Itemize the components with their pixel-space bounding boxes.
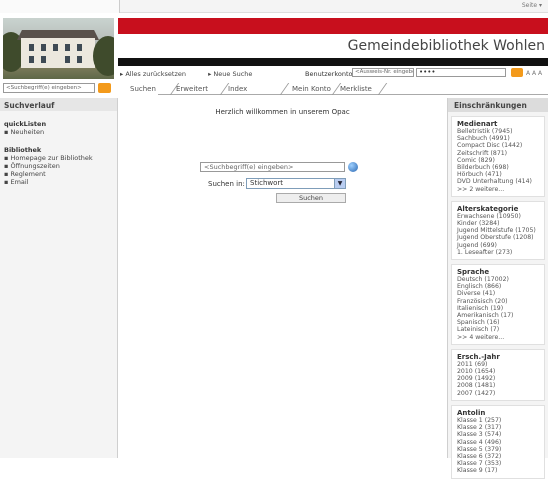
facet-item[interactable]: 2007 (1427) xyxy=(457,390,539,397)
facet-item[interactable]: Deutsch (17002) xyxy=(457,276,539,283)
welcome-text: Herzlich willkommen in unserem Opac xyxy=(215,108,350,116)
login-go-button[interactable] xyxy=(511,68,523,77)
library-building-photo xyxy=(3,18,114,79)
site-title: Gemeindebibliothek Wohlen xyxy=(347,38,545,54)
facet-item[interactable]: Englisch (866) xyxy=(457,283,539,290)
facet-item[interactable]: Spanisch (16) xyxy=(457,319,539,326)
account-label: Benutzerkonto xyxy=(305,70,353,78)
quick-search-go-button[interactable] xyxy=(98,83,111,93)
main-content: Herzlich willkommen in unserem Opac <Suc… xyxy=(118,98,447,458)
search-input[interactable]: <Suchbegriff(e) eingeben> xyxy=(200,162,345,172)
facet-item[interactable]: Kinder (3284) xyxy=(457,220,539,227)
globe-icon[interactable] xyxy=(348,162,358,172)
facet-item[interactable]: Jugend Mittelstufe (1705) xyxy=(457,227,539,234)
tab-erweitert[interactable]: Erweitert xyxy=(176,83,208,95)
font-size-controls[interactable]: A A A xyxy=(526,70,542,77)
facet-item[interactable]: Jugend Oberstufe (1208) xyxy=(457,234,539,241)
facet-group-title: Alterskategorie xyxy=(457,204,519,213)
library-heading: Bibliothek xyxy=(4,146,42,154)
facet-item[interactable]: DVD Unterhaltung (414) xyxy=(457,178,539,185)
facet-item[interactable]: Klasse 4 (496) xyxy=(457,439,539,446)
facet-groups: Medienart Belletristik (7945) Sachbuch (49… xyxy=(448,116,548,479)
tab-bar: Suchen Erweitert Index Mein Konto Merkli… xyxy=(118,83,548,95)
facet-item[interactable]: Lateinisch (7) xyxy=(457,326,539,333)
facet-group: Antolin Klasse 1 (257) Klasse 2 (317) Klass… xyxy=(451,404,545,479)
account-number-input[interactable]: <Ausweis-Nr. eingeben> xyxy=(352,68,414,77)
facet-item[interactable]: >> 4 weitere... xyxy=(457,334,539,341)
facet-item[interactable]: Französisch (20) xyxy=(457,298,539,305)
facet-item[interactable]: Italienisch (19) xyxy=(457,305,539,312)
facet-item[interactable]: Klasse 3 (574) xyxy=(457,431,539,438)
quick-search-input[interactable]: <Suchbegriff(e) eingeben> xyxy=(3,83,95,93)
facet-group-title: Medienart xyxy=(457,120,498,128)
browser-strip: Seite ▾ xyxy=(0,0,548,13)
facet-item[interactable]: Amerikanisch (17) xyxy=(457,312,539,319)
left-sidebar: Suchverlauf quickListen ▪ Neuheiten Bibl… xyxy=(0,98,118,458)
facet-item[interactable]: Comic (829) xyxy=(457,157,539,164)
search-button[interactable]: Suchen xyxy=(276,193,346,203)
search-in-label: Suchen in: xyxy=(208,180,245,188)
facet-item[interactable]: Diverse (41) xyxy=(457,290,539,297)
sidebar-item-neuheiten[interactable]: ▪ Neuheiten xyxy=(0,128,117,136)
facet-group: Alterskategorie Erwachsene (10950) Kinder … xyxy=(451,200,545,261)
facet-item[interactable]: Erwachsene (10950) xyxy=(457,213,539,220)
facet-group: Sprache Deutsch (17002) Englisch (866) Dive… xyxy=(451,264,545,345)
facet-item[interactable]: >> 2 weitere... xyxy=(457,186,539,193)
header-red-bar xyxy=(118,18,548,34)
facets-heading: Einschränkungen xyxy=(448,98,548,112)
browser-tools-menu[interactable]: Seite ▾ xyxy=(522,2,542,9)
facet-item[interactable]: Hörbuch (471) xyxy=(457,171,539,178)
top-links: ▸ Alles zurücksetzen ▸ Neue Suche xyxy=(120,70,272,78)
search-field-value: Stichwort xyxy=(250,179,284,187)
browser-tab[interactable] xyxy=(0,0,120,13)
facet-item[interactable]: Belletristik (7945) xyxy=(457,128,539,135)
tab-suchen[interactable]: Suchen xyxy=(118,83,158,95)
facet-item[interactable]: Jugend (699) xyxy=(457,242,539,249)
facet-item[interactable]: Sachbuch (4991) xyxy=(457,135,539,142)
facet-item[interactable]: 1. Leseafter (273) xyxy=(457,249,539,256)
header-black-bar xyxy=(118,58,548,66)
search-history-heading[interactable]: Suchverlauf xyxy=(0,98,117,111)
password-input[interactable]: •••• xyxy=(416,68,506,77)
tab-mein-konto[interactable]: Mein Konto xyxy=(292,83,331,95)
facet-item[interactable]: 2009 (1492) xyxy=(457,375,539,382)
tab-index[interactable]: Index xyxy=(228,83,247,95)
search-field-select[interactable]: Stichwort ▼ xyxy=(246,178,346,189)
facet-item[interactable]: Klasse 7 (353) xyxy=(457,460,539,467)
facets-panel: Einschränkungen Medienart Belletristik (7… xyxy=(447,98,548,479)
facet-group-title: Sprache xyxy=(457,268,490,277)
facet-item[interactable]: Compact Disc (1442) xyxy=(457,142,539,149)
facet-item[interactable]: Klasse 9 (17) xyxy=(457,467,539,474)
chevron-down-icon[interactable]: ▼ xyxy=(334,179,345,188)
tab-merkliste[interactable]: Merkliste xyxy=(340,83,372,95)
sidebar-item-rules[interactable]: ▪ Reglement xyxy=(0,170,117,178)
facet-item[interactable]: 2008 (1481) xyxy=(457,382,539,389)
facet-item[interactable]: Klasse 1 (257) xyxy=(457,417,539,424)
reset-all-link[interactable]: ▸ Alles zurücksetzen xyxy=(120,70,196,78)
facet-item[interactable]: Klasse 6 (372) xyxy=(457,453,539,460)
quicklists-heading: quickListen xyxy=(4,120,47,128)
facet-item[interactable]: 2010 (1654) xyxy=(457,368,539,375)
sidebar-item-opening-hours[interactable]: ▪ Öffnungszeiten xyxy=(0,162,117,170)
facet-item[interactable]: Klasse 5 (379) xyxy=(457,446,539,453)
sidebar-item-email[interactable]: ▪ Email xyxy=(0,178,117,186)
facet-item[interactable]: Klasse 2 (317) xyxy=(457,424,539,431)
facet-group-title: Antolin xyxy=(457,408,486,417)
facet-group: Medienart Belletristik (7945) Sachbuch (49… xyxy=(451,116,545,197)
new-search-link[interactable]: ▸ Neue Suche xyxy=(208,70,262,78)
facet-item[interactable]: Zeitschrift (871) xyxy=(457,150,539,157)
facet-group-title: Ersch.-Jahr xyxy=(457,352,500,361)
sidebar-item-homepage[interactable]: ▪ Homepage zur Bibliothek xyxy=(0,154,117,162)
facet-group: Ersch.-Jahr 2011 (69) 2010 (1654) 2009 (149… xyxy=(451,348,545,401)
facet-item[interactable]: Bilderbuch (698) xyxy=(457,164,539,171)
facet-item[interactable]: 2011 (69) xyxy=(457,361,539,368)
